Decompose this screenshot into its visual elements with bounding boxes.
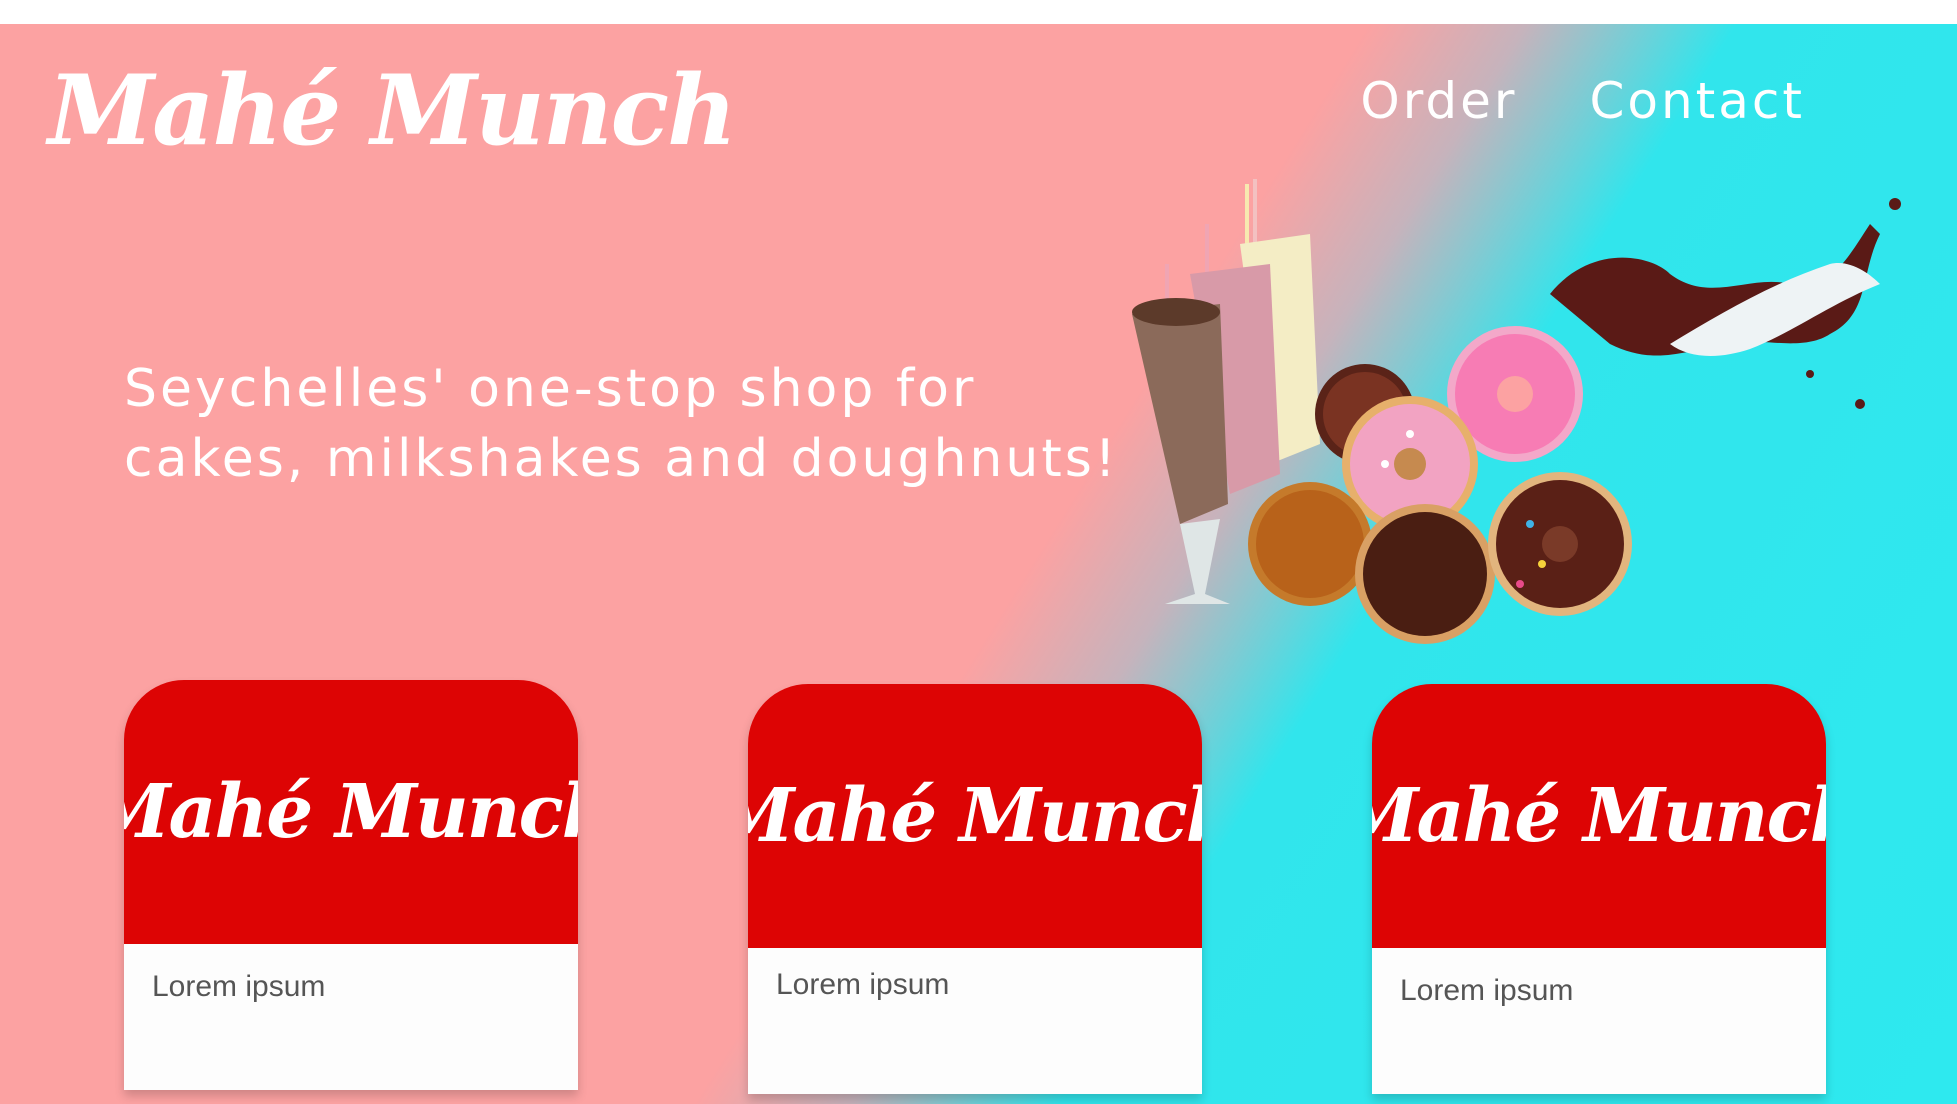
chocolate-milk-splash-icon: [1550, 198, 1901, 409]
nav-contact-link[interactable]: Contact: [1589, 72, 1805, 130]
top-nav: Order Contact: [1360, 72, 1805, 130]
card-logo: Mahé Munch: [124, 769, 578, 855]
card-body: Lorem ipsum: [748, 948, 1202, 1094]
card-body: Lorem ipsum: [124, 944, 578, 1090]
card-text: Lorem ipsum: [776, 968, 950, 1001]
card-header: Mahé Munch: [748, 684, 1202, 948]
card-text: Lorem ipsum: [1400, 974, 1574, 1007]
card-header: Mahé Munch: [124, 680, 578, 944]
card-text: Lorem ipsum: [152, 970, 326, 1003]
card-logo: Mahé Munch: [1372, 773, 1826, 859]
card-logo: Mahé Munch: [748, 773, 1202, 859]
tagline-line-1: Seychelles' one-stop shop for: [124, 359, 977, 419]
card-body: Lorem ipsum: [1372, 948, 1826, 1094]
nav-order-link[interactable]: Order: [1360, 72, 1517, 130]
milkshakes-and-doughnuts-icon: [1132, 179, 1901, 644]
site-logo[interactable]: Mahé Munch: [48, 54, 737, 167]
product-card-2[interactable]: Mahé Munch Lorem ipsum: [748, 684, 1202, 1094]
tagline-line-2: cakes, milkshakes and doughnuts!: [124, 429, 1119, 489]
hero-tagline: Seychelles' one-stop shop for cakes, mil…: [124, 354, 1119, 494]
product-card-1[interactable]: Mahé Munch Lorem ipsum: [124, 680, 578, 1090]
hero-section: Mahé Munch Order Contact Seychelles' one…: [0, 24, 1957, 1104]
card-header: Mahé Munch: [1372, 684, 1826, 948]
product-card-3[interactable]: Mahé Munch Lorem ipsum: [1372, 684, 1826, 1094]
